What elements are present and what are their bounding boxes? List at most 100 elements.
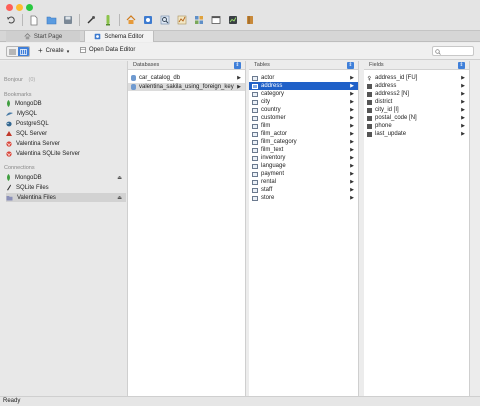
table-item[interactable]: store ▶ bbox=[249, 194, 358, 202]
query-icon[interactable] bbox=[158, 13, 172, 27]
table-item[interactable]: staff ▶ bbox=[249, 186, 358, 194]
open-folder-icon[interactable] bbox=[44, 13, 58, 27]
sqlite-icon bbox=[7, 184, 11, 191]
open-data-editor-button[interactable]: Open Data Editor bbox=[80, 47, 135, 53]
database-item[interactable]: valentina_sakila_using_foreign_key ▶ bbox=[128, 83, 245, 91]
table-item[interactable]: inventory ▶ bbox=[249, 154, 358, 162]
tab-schema-editor[interactable]: Schema Editor bbox=[84, 31, 154, 42]
field-item[interactable]: address2 [N] ▶ bbox=[364, 90, 469, 98]
table-icon bbox=[252, 99, 258, 105]
chevron-right-icon: ▶ bbox=[461, 91, 465, 97]
bookmark-item-valentina-server[interactable]: Valentina Server bbox=[6, 139, 126, 148]
mongodb-icon bbox=[7, 174, 10, 181]
bookmark-label: Valentina SQLite Server bbox=[16, 150, 80, 157]
chart-icon[interactable] bbox=[226, 13, 240, 27]
tables-column: Tables ⇕ actor ▶ address ▶ category ▶ city ▶ cou… bbox=[249, 61, 359, 396]
table-item[interactable]: address ▶ bbox=[249, 82, 358, 90]
table-item[interactable]: country ▶ bbox=[249, 106, 358, 114]
table-label: film bbox=[261, 123, 271, 129]
table-item[interactable]: customer ▶ bbox=[249, 114, 358, 122]
column-view-button[interactable] bbox=[18, 47, 29, 56]
table-icon bbox=[252, 83, 258, 89]
tab-start-page[interactable]: Start Page bbox=[6, 31, 80, 42]
chevron-right-icon: ▶ bbox=[350, 171, 354, 177]
connection-item-valentina-files[interactable]: Valentina Files ⏏ bbox=[6, 193, 126, 202]
field-label: address_id [FU] bbox=[375, 75, 418, 81]
field-icon bbox=[367, 99, 372, 105]
list-view-button[interactable] bbox=[7, 47, 18, 56]
column-options-icon[interactable]: ⇕ bbox=[458, 62, 465, 69]
field-icon bbox=[367, 131, 372, 137]
schema-icon[interactable] bbox=[141, 13, 155, 27]
chevron-right-icon: ▶ bbox=[350, 179, 354, 185]
column-options-icon[interactable]: ⇕ bbox=[347, 62, 354, 69]
database-item[interactable]: car_catalog_db ▶ bbox=[128, 74, 245, 82]
forms-icon[interactable] bbox=[192, 13, 206, 27]
table-item[interactable]: payment ▶ bbox=[249, 170, 358, 178]
table-item[interactable]: language ▶ bbox=[249, 162, 358, 170]
field-item[interactable]: phone ▶ bbox=[364, 122, 469, 130]
database-label: car_catalog_db bbox=[139, 75, 181, 81]
save-icon[interactable] bbox=[61, 13, 75, 27]
eject-icon[interactable]: ⏏ bbox=[117, 195, 122, 201]
view-mode-toggle bbox=[6, 46, 30, 57]
mongodb-icon bbox=[7, 100, 10, 107]
book-icon[interactable] bbox=[243, 13, 257, 27]
table-label: staff bbox=[261, 187, 273, 193]
table-item[interactable]: city ▶ bbox=[249, 98, 358, 106]
chevron-right-icon: ▶ bbox=[350, 75, 354, 81]
bookmark-item-mysql[interactable]: MySQL bbox=[6, 109, 126, 118]
chevron-right-icon: ▶ bbox=[237, 84, 241, 90]
field-icon bbox=[367, 115, 372, 121]
field-item[interactable]: postal_code [N] ▶ bbox=[364, 114, 469, 122]
window-icon[interactable] bbox=[209, 13, 223, 27]
chevron-right-icon: ▶ bbox=[237, 75, 241, 81]
table-item[interactable]: film_actor ▶ bbox=[249, 130, 358, 138]
table-item[interactable]: film ▶ bbox=[249, 122, 358, 130]
field-item[interactable]: ⚴ address_id [FU] ▶ bbox=[364, 74, 469, 82]
database-icon bbox=[131, 75, 136, 81]
bookmark-item-mongodb[interactable]: MongoDB bbox=[6, 99, 126, 108]
chevron-right-icon: ▶ bbox=[350, 155, 354, 161]
connections-header-label: Connections bbox=[4, 165, 35, 171]
table-item[interactable]: category ▶ bbox=[249, 90, 358, 98]
connection-item-sqlite-files[interactable]: SQLite Files bbox=[6, 183, 126, 192]
table-label: country bbox=[261, 107, 281, 113]
bookmark-item-sql-server[interactable]: SQL Server bbox=[6, 129, 126, 138]
database-icon bbox=[131, 84, 136, 90]
valentina-sqlite-icon bbox=[6, 150, 12, 157]
bookmarks-section-header: Bookmarks bbox=[4, 92, 32, 98]
chevron-right-icon: ▶ bbox=[350, 195, 354, 201]
table-item[interactable]: film_text ▶ bbox=[249, 146, 358, 154]
tools-icon[interactable] bbox=[84, 13, 98, 27]
report-icon[interactable] bbox=[175, 13, 189, 27]
table-item[interactable]: film_category ▶ bbox=[249, 138, 358, 146]
bookmark-item-valentina-sqlite-server[interactable]: Valentina SQLite Server bbox=[6, 149, 126, 158]
undo-icon[interactable] bbox=[4, 13, 18, 27]
table-label: inventory bbox=[261, 155, 286, 161]
table-label: language bbox=[261, 163, 286, 169]
tab-label: Start Page bbox=[33, 33, 63, 40]
chevron-right-icon: ▶ bbox=[350, 107, 354, 113]
column-options-icon[interactable]: ⇕ bbox=[234, 62, 241, 69]
search-input[interactable] bbox=[432, 46, 474, 56]
table-item[interactable]: actor ▶ bbox=[249, 74, 358, 82]
field-icon bbox=[367, 107, 372, 113]
connection-icon[interactable] bbox=[101, 13, 115, 27]
table-item[interactable]: rental ▶ bbox=[249, 178, 358, 186]
field-item[interactable]: city_id [I] ▶ bbox=[364, 106, 469, 114]
new-document-icon[interactable] bbox=[27, 13, 41, 27]
field-item[interactable]: address ▶ bbox=[364, 82, 469, 90]
bookmark-label: MongoDB bbox=[15, 100, 42, 107]
toolbar-divider bbox=[79, 14, 80, 26]
field-item[interactable]: last_update ▶ bbox=[364, 130, 469, 138]
toolbar-divider bbox=[22, 14, 23, 26]
connection-item-mongodb[interactable]: MongoDB ⏏ bbox=[6, 173, 126, 182]
home-icon[interactable] bbox=[124, 13, 138, 27]
eject-icon[interactable]: ⏏ bbox=[117, 175, 122, 181]
bookmark-item-postgresql[interactable]: PostgreSQL bbox=[6, 119, 126, 128]
chevron-right-icon: ▶ bbox=[461, 123, 465, 129]
create-menu-button[interactable]: + Create ▾ bbox=[38, 47, 69, 56]
bonjour-header-label: Bonjour bbox=[4, 77, 23, 83]
field-item[interactable]: district ▶ bbox=[364, 98, 469, 106]
